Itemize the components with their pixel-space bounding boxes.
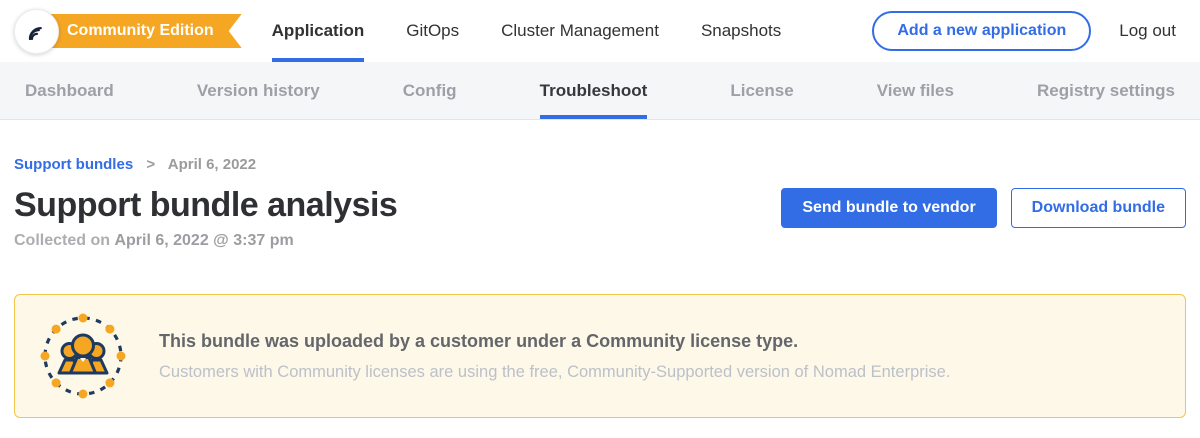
page-title-block: Support bundle analysis Collected on Apr… [14, 186, 397, 250]
sub-nav-item-license[interactable]: License [730, 62, 793, 119]
sub-nav-item-version-history[interactable]: Version history [197, 62, 320, 119]
sub-nav-item-registry-settings[interactable]: Registry settings [1037, 62, 1175, 119]
community-group-icon [39, 312, 127, 400]
main-content: Support bundles > April 6, 2022 Support … [0, 156, 1200, 418]
collected-prefix: Collected on [14, 232, 114, 249]
send-bundle-to-vendor-button[interactable]: Send bundle to vendor [781, 188, 996, 228]
breadcrumb-current: April 6, 2022 [168, 156, 256, 173]
sub-nav-item-dashboard[interactable]: Dashboard [25, 62, 114, 119]
collected-date: April 6, 2022 @ 3:37 pm [114, 232, 293, 249]
breadcrumb: Support bundles > April 6, 2022 [14, 156, 1186, 173]
top-nav: Community Edition Application GitOps Clu… [0, 0, 1200, 62]
collected-timestamp: Collected on April 6, 2022 @ 3:37 pm [14, 232, 397, 250]
breadcrumb-support-bundles-link[interactable]: Support bundles [14, 156, 133, 173]
app-sub-nav: Dashboard Version history Config Trouble… [0, 62, 1200, 120]
top-nav-right: Add a new application Log out [872, 0, 1176, 62]
replicated-logo[interactable] [14, 9, 59, 54]
sub-nav-item-config[interactable]: Config [403, 62, 457, 119]
community-license-banner: This bundle was uploaded by a customer u… [14, 294, 1186, 418]
community-edition-badge: Community Edition [45, 14, 242, 48]
download-bundle-button[interactable]: Download bundle [1011, 188, 1186, 228]
logout-link[interactable]: Log out [1119, 21, 1176, 41]
banner-subtext: Customers with Community licenses are us… [159, 363, 950, 382]
page-title: Support bundle analysis [14, 186, 397, 225]
top-nav-links: Application GitOps Cluster Management Sn… [272, 0, 824, 62]
sub-nav-item-view-files[interactable]: View files [877, 62, 954, 119]
top-nav-item-cluster-management[interactable]: Cluster Management [501, 0, 659, 62]
header-buttons: Send bundle to vendor Download bundle [781, 186, 1186, 228]
breadcrumb-separator: > [146, 156, 155, 173]
replicated-logo-icon [24, 18, 50, 44]
top-nav-item-snapshots[interactable]: Snapshots [701, 0, 781, 62]
add-new-application-button[interactable]: Add a new application [872, 11, 1091, 51]
top-nav-item-gitops[interactable]: GitOps [406, 0, 459, 62]
sub-nav-item-troubleshoot[interactable]: Troubleshoot [540, 62, 648, 119]
page-header: Support bundle analysis Collected on Apr… [14, 186, 1186, 250]
top-nav-item-application[interactable]: Application [272, 0, 365, 62]
brand: Community Edition [14, 0, 242, 62]
banner-heading: This bundle was uploaded by a customer u… [159, 331, 950, 352]
banner-text: This bundle was uploaded by a customer u… [159, 331, 950, 382]
